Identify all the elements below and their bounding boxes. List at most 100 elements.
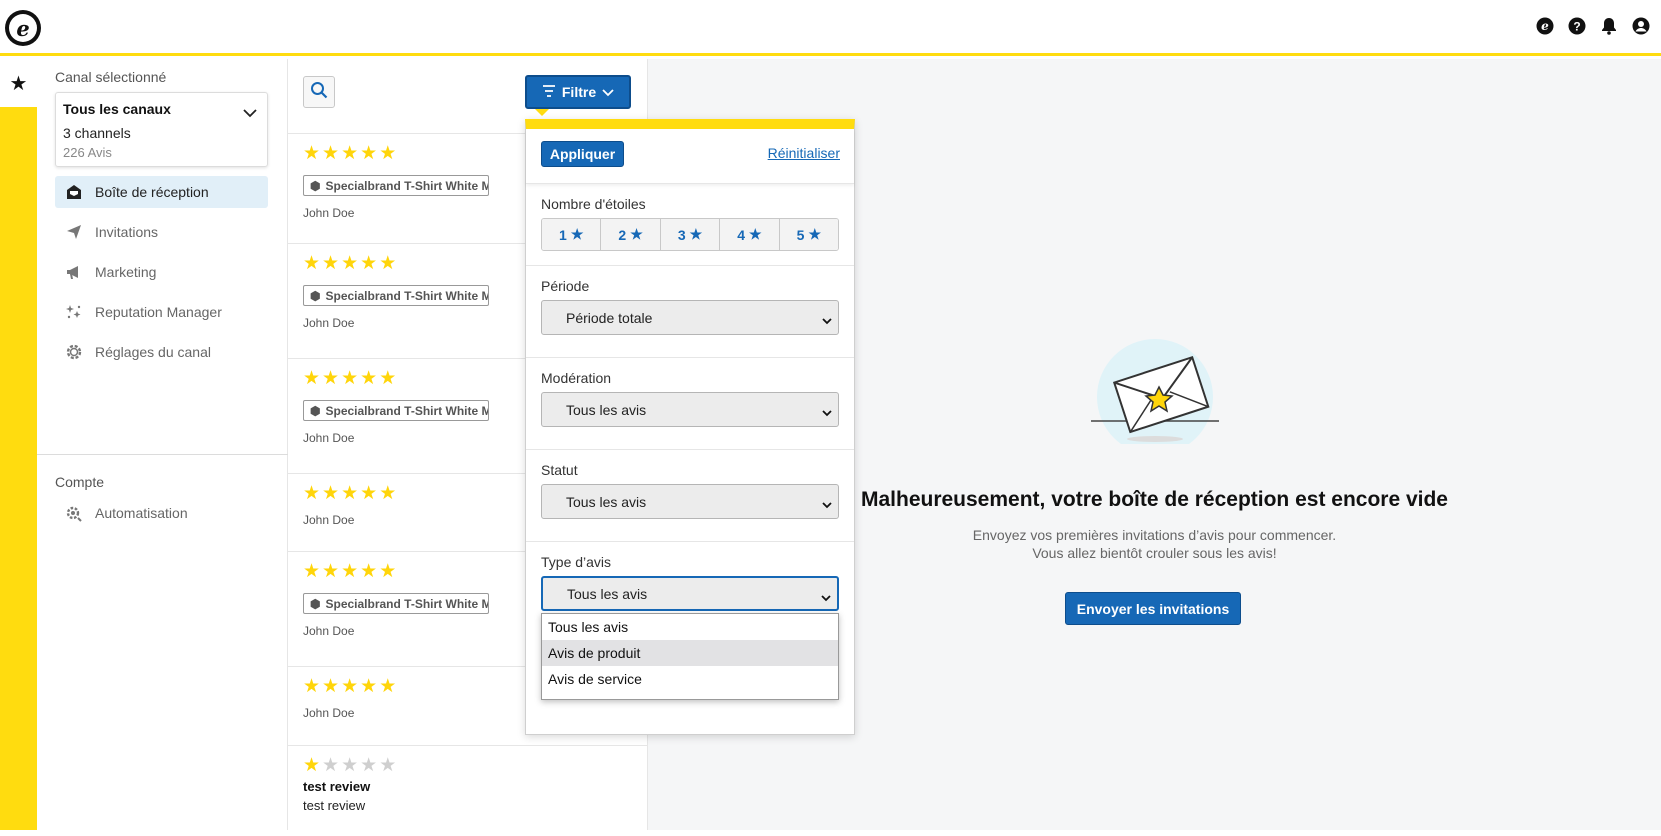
review-type-select-value: Tous les avis	[567, 585, 648, 602]
main-nav: Boîte de réception Invitations Marketing…	[55, 176, 268, 376]
star-icon[interactable]: ★	[0, 59, 37, 107]
help-icon[interactable]: ?	[1567, 16, 1587, 36]
nav-label: Boîte de réception	[95, 184, 209, 200]
stars-filter-section: Nombre d'étoiles 1 ★ 2 ★ 3 ★ 4 ★ 5 ★	[526, 184, 854, 266]
sidebar: Canal sélectionné Tous les canaux 3 chan…	[37, 59, 288, 830]
send-invitations-button[interactable]: Envoyer les invitations	[1065, 592, 1241, 625]
status-select-value: Tous les avis	[566, 493, 647, 510]
chevron-down-icon	[822, 312, 832, 328]
status-select[interactable]: Tous les avis	[541, 484, 839, 519]
nav-item-automation[interactable]: Automatisation	[55, 497, 268, 529]
top-bar: e e ?	[0, 0, 1661, 56]
trustedshops-logo[interactable]: e	[5, 10, 41, 46]
nav-label: Réglages du canal	[95, 344, 211, 360]
product-icon: ⬢	[310, 596, 321, 611]
chevron-down-icon	[243, 105, 257, 123]
star-filter-value: 1	[559, 226, 567, 243]
inbox-icon	[65, 183, 83, 201]
envelope-icon	[1085, 339, 1225, 455]
nav-label: Invitations	[95, 224, 159, 240]
search-button[interactable]	[303, 76, 335, 108]
chevron-down-icon	[822, 496, 832, 512]
product-name: Specialbrand T-Shirt White M	[325, 288, 489, 303]
svg-text:e: e	[1541, 19, 1549, 33]
moderation-filter-label: Modération	[541, 370, 612, 386]
nav-item-invitations[interactable]: Invitations	[55, 216, 268, 248]
star-rating: ★ ★ ★ ★ ★	[303, 755, 397, 776]
moderation-select[interactable]: Tous les avis	[541, 392, 839, 427]
nav-item-reputation-manager[interactable]: Reputation Manager	[55, 296, 268, 328]
period-select[interactable]: Période totale	[541, 300, 839, 335]
star-icon: ★	[808, 226, 821, 242]
product-icon: ⬢	[310, 178, 321, 193]
filter-panel-header: Appliquer Réinitialiser	[526, 129, 854, 184]
nav-item-inbox[interactable]: Boîte de réception	[55, 176, 268, 208]
nav-label: Reputation Manager	[95, 304, 222, 320]
dropdown-option-product[interactable]: Avis de produit	[542, 640, 838, 666]
period-filter-section: Période Période totale	[526, 266, 854, 358]
star-filter-3[interactable]: 3 ★	[660, 219, 721, 250]
user-icon[interactable]	[1631, 16, 1651, 36]
filter-caret	[535, 109, 549, 116]
star-icon: ★	[689, 226, 703, 242]
review-item[interactable]: ★ ★ ★ ★ ★ test review test review	[288, 746, 647, 836]
nav-item-marketing[interactable]: Marketing	[55, 256, 268, 288]
review-text: test review	[303, 798, 366, 813]
gear-icon	[65, 343, 83, 361]
sidebar-divider	[37, 454, 288, 455]
send-icon	[65, 223, 83, 241]
channel-label: Canal sélectionné	[55, 69, 167, 85]
period-filter-label: Période	[541, 278, 590, 294]
star-filter-value: 3	[677, 226, 686, 243]
product-tag: ⬢ Specialbrand T-Shirt White M	[303, 593, 489, 614]
filter-button[interactable]: Filtre	[525, 75, 631, 109]
svg-text:?: ?	[1573, 20, 1580, 34]
star-icon: ★	[630, 226, 643, 242]
automation-icon	[65, 504, 83, 522]
product-name: Specialbrand T-Shirt White M	[325, 403, 489, 418]
nav-item-channel-settings[interactable]: Réglages du canal	[55, 336, 268, 368]
channel-count: 3 channels	[63, 125, 131, 141]
product-tag: ⬢ Specialbrand T-Shirt White M	[303, 175, 489, 196]
product-name: Specialbrand T-Shirt White M	[325, 596, 489, 611]
filter-icon	[542, 84, 556, 100]
star-icon: ★	[570, 226, 584, 242]
account-nav: Automatisation	[55, 497, 268, 537]
megaphone-icon	[65, 263, 83, 281]
star-filter-2[interactable]: 2 ★	[601, 219, 661, 250]
moderation-filter-section: Modération Tous les avis	[526, 358, 854, 450]
sparkles-icon	[65, 303, 83, 321]
product-icon: ⬢	[310, 288, 321, 303]
account-label: Compte	[55, 474, 105, 490]
reset-link[interactable]: Réinitialiser	[768, 145, 840, 161]
bell-icon[interactable]	[1599, 16, 1619, 36]
star-filter-4[interactable]: 4 ★	[720, 219, 780, 250]
period-select-value: Période totale	[566, 309, 653, 326]
chevron-down-icon	[822, 404, 832, 420]
star-icon: ★	[749, 226, 762, 242]
review-type-select[interactable]: Tous les avis	[541, 576, 839, 611]
product-tag: ⬢ Specialbrand T-Shirt White M	[303, 400, 489, 421]
product-name: Specialbrand T-Shirt White M	[325, 178, 489, 193]
star-filter-1[interactable]: 1 ★	[542, 219, 602, 250]
channel-title: Tous les canaux	[63, 101, 171, 117]
channel-selector[interactable]: Tous les canaux 3 channels 226 Avis	[55, 92, 268, 167]
trustedshops-icon[interactable]: e	[1535, 16, 1555, 36]
star-count-selector: 1 ★ 2 ★ 3 ★ 4 ★ 5 ★	[541, 218, 839, 251]
filter-label: Filtre	[561, 84, 597, 100]
review-title: test review	[303, 779, 371, 794]
star-filter-value: 4	[737, 226, 746, 243]
nav-label: Marketing	[95, 264, 157, 280]
dropdown-option-all[interactable]: Tous les avis	[542, 614, 838, 640]
product-tag: ⬢ Specialbrand T-Shirt White M	[303, 285, 489, 306]
stars-filter-label: Nombre d'étoiles	[541, 196, 646, 212]
top-icons: e ?	[1535, 16, 1651, 36]
chevron-down-icon	[821, 589, 831, 605]
apply-button[interactable]: Appliquer	[541, 141, 624, 167]
review-type-dropdown: Tous les avis Avis de produit Avis de se…	[541, 613, 839, 700]
star-filter-value: 2	[618, 226, 627, 243]
star-filter-5[interactable]: 5 ★	[779, 219, 838, 250]
dropdown-option-service[interactable]: Avis de service	[542, 666, 838, 692]
chevron-down-icon	[602, 84, 614, 100]
left-rail: ★	[0, 59, 37, 830]
